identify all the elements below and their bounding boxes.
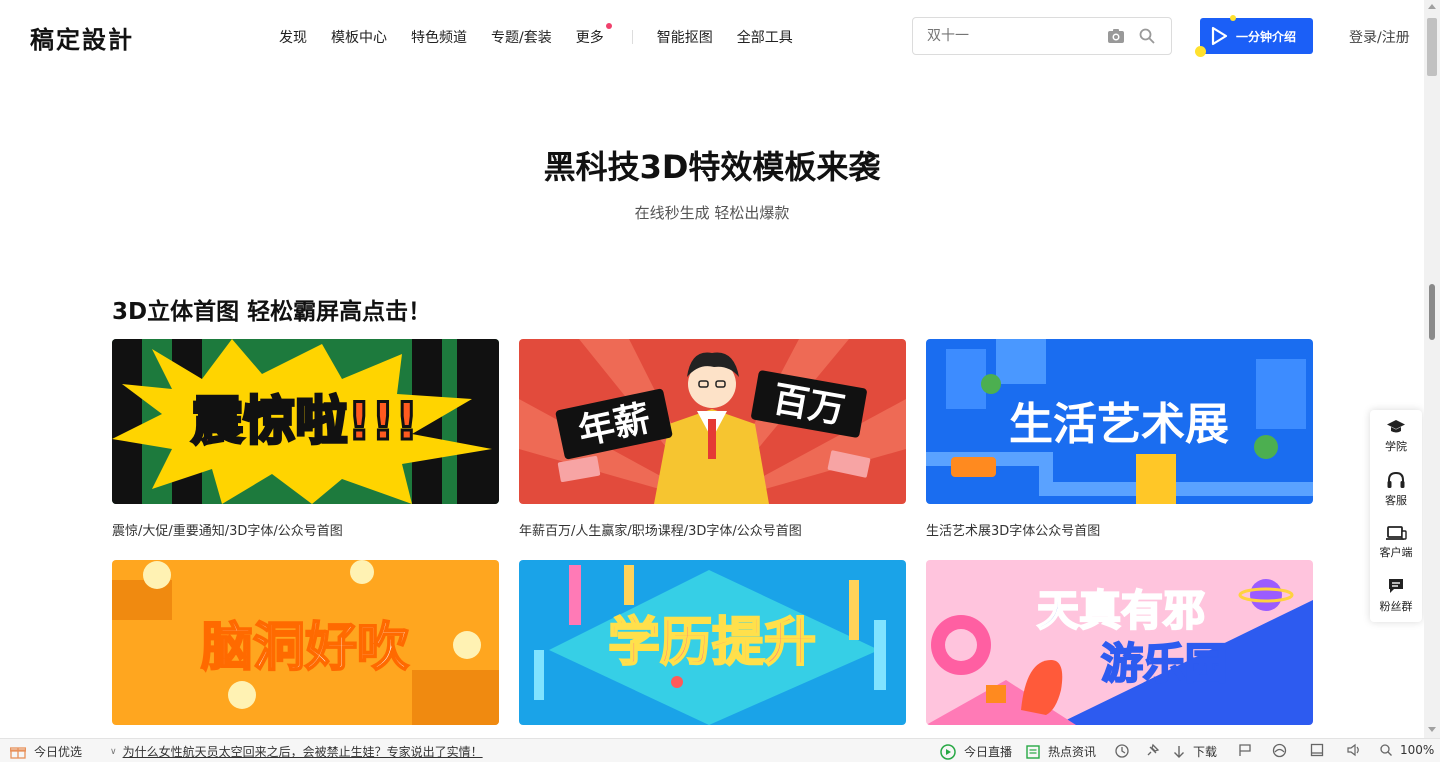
download-label: 下载 — [1193, 745, 1218, 759]
vertical-scrollbar[interactable] — [1424, 0, 1440, 738]
template-thumbnail[interactable]: 天真有邪 游乐园 — [926, 560, 1313, 725]
headline-link[interactable]: 为什么女性航天员太空回来之后，会被禁止生娃？专家说出了实情！ — [123, 743, 483, 760]
play-circle-icon — [940, 743, 956, 760]
gift-icon — [10, 746, 26, 759]
intro-button-label: 一分钟介绍 — [1236, 29, 1297, 44]
today-picks[interactable]: 今日优选 — [10, 743, 82, 760]
nav-item-all-tools[interactable]: 全部工具 — [737, 27, 793, 47]
chat-icon — [1389, 579, 1403, 593]
template-caption[interactable]: 年薪百万/人生赢家/职场课程/3D字体/公众号首图 — [519, 520, 906, 539]
card-art-text-bottom: 游乐园 — [1101, 639, 1227, 688]
template-thumbnail[interactable]: 震惊啦!!! — [112, 339, 499, 504]
nav-item-channels[interactable]: 特色频道 — [411, 27, 467, 47]
side-item-client[interactable]: 客户端 — [1370, 516, 1422, 569]
card-art-text: 生活艺术展 — [1009, 399, 1229, 450]
browser-status-bar: 今日优选 ∨ 为什么女性航天员太空回来之后，会被禁止生娃？专家说出了实情！ 今日… — [0, 738, 1440, 762]
template-thumbnail[interactable]: 脑洞好吹 — [112, 560, 499, 725]
nav-label: 智能抠图 — [656, 30, 713, 46]
hot-news[interactable]: 热点资讯 — [1026, 743, 1096, 760]
page-subtitle: 在线秒生成 轻松出爆款 — [634, 204, 790, 222]
template-card[interactable]: 震惊啦!!! 震惊/大促/重要通知/3D字体/公众号首图 — [112, 339, 499, 539]
nav-label: 全部工具 — [736, 30, 793, 46]
browser-icon[interactable] — [1272, 743, 1287, 758]
flag-icon[interactable] — [1238, 743, 1252, 757]
today-picks-label: 今日优选 — [34, 745, 83, 759]
search-input[interactable] — [927, 28, 1107, 44]
nav-item-topics[interactable]: 专题/套装 — [491, 27, 552, 47]
download-button[interactable]: 下载 — [1173, 743, 1217, 760]
zoom-level: 100% — [1400, 743, 1435, 757]
page-title: 黑科技3D特效模板来袭 — [543, 148, 881, 186]
window-icon[interactable] — [1310, 743, 1324, 757]
scrollbar-thumb[interactable] — [1427, 18, 1437, 76]
section-title: 3D立体首图 轻松霸屏高点击！ — [112, 299, 432, 325]
card-art-text: 学历提升 — [608, 613, 816, 673]
live-label: 今日直播 — [964, 745, 1013, 759]
card-art-text-top: 天真有邪 — [1037, 586, 1205, 635]
zoom-control[interactable]: 100% — [1380, 743, 1434, 757]
card-art-text: 脑洞好吹 — [201, 618, 409, 678]
nav-label: 模板中心 — [331, 30, 387, 46]
side-item-academy[interactable]: 学院 — [1370, 410, 1422, 463]
news-icon — [1026, 744, 1040, 759]
refresh-icon[interactable] — [1114, 743, 1130, 759]
download-icon — [1174, 745, 1184, 758]
volume-icon[interactable] — [1346, 743, 1362, 757]
nav-item-more[interactable]: 更多 — [575, 23, 612, 47]
nav-label: 特色频道 — [411, 30, 467, 46]
side-item-fan-group[interactable]: 粉丝群 — [1370, 569, 1422, 622]
side-item-label: 客户端 — [1379, 546, 1413, 559]
nav-item-cutout[interactable]: 智能抠图 — [657, 27, 713, 47]
nav-item-discover[interactable]: 发现 — [279, 27, 307, 47]
play-icon — [1211, 26, 1228, 46]
side-item-support[interactable]: 客服 — [1370, 463, 1422, 516]
news-label: 热点资讯 — [1048, 745, 1097, 759]
nav-label: 发现 — [279, 30, 307, 46]
intro-video-button[interactable]: 一分钟介绍 — [1195, 15, 1313, 57]
notification-dot — [605, 23, 612, 29]
logo[interactable]: 稿定設計 — [30, 20, 134, 55]
main-nav: 发现 模板中心 特色频道 专题/套装 更多 智能抠图 全部工具 — [279, 23, 817, 47]
side-item-label: 学院 — [1385, 440, 1407, 453]
login-register-link[interactable]: 登录/注册 — [1349, 27, 1410, 47]
page: 稿定設計 发现 模板中心 特色频道 专题/套装 更多 智能抠图 全部工具 双十一… — [0, 0, 1440, 762]
pin-icon[interactable] — [1144, 743, 1160, 759]
nav-divider — [631, 30, 633, 44]
headline-ticker[interactable]: ∨ 为什么女性航天员太空回来之后，会被禁止生娃？专家说出了实情！ — [110, 743, 483, 760]
template-thumbnail[interactable]: 生活艺术展 — [926, 339, 1313, 504]
scroll-up-arrow-icon[interactable] — [1428, 4, 1436, 9]
template-card[interactable]: 生活艺术展 生活艺术展3D字体公众号首图 — [926, 339, 1313, 539]
template-card[interactable]: 年薪 百万 年薪百万/人生赢家/职场课程/3D字体/公众号首图 — [519, 339, 906, 539]
template-thumbnail[interactable]: 年薪 百万 — [519, 339, 906, 504]
laptop-icon — [1386, 526, 1407, 540]
side-item-label: 粉丝群 — [1379, 600, 1413, 613]
template-caption[interactable]: 震惊/大促/重要通知/3D字体/公众号首图 — [112, 520, 499, 539]
card-art-text: 震惊啦!!! — [191, 392, 418, 452]
decor-dot — [1230, 15, 1236, 21]
template-card[interactable]: 学历提升 — [519, 560, 906, 741]
side-item-label: 客服 — [1385, 494, 1407, 507]
template-card[interactable]: 脑洞好吹 — [112, 560, 499, 741]
scroll-position-marker — [1429, 284, 1435, 340]
live-today[interactable]: 今日直播 — [940, 743, 1012, 760]
nav-label: 专题/套装 — [491, 30, 552, 46]
zoom-icon — [1380, 744, 1392, 756]
chevron-down-icon: ∨ — [110, 746, 117, 757]
nav-item-templates[interactable]: 模板中心 — [331, 27, 387, 47]
template-thumbnail[interactable]: 学历提升 — [519, 560, 906, 725]
side-float-toolbar: 学院 客服 客户端 粉丝群 — [1370, 410, 1422, 622]
scroll-down-arrow-icon[interactable] — [1428, 727, 1436, 732]
search-icon[interactable] — [1139, 28, 1155, 44]
top-header: 稿定設計 发现 模板中心 特色频道 专题/套装 更多 智能抠图 全部工具 双十一… — [0, 0, 1424, 72]
headphones-icon — [1387, 471, 1405, 488]
camera-icon[interactable] — [1107, 28, 1125, 44]
graduation-cap-icon — [1387, 420, 1405, 433]
template-card[interactable]: 天真有邪 游乐园 — [926, 560, 1313, 741]
decor-dot — [1195, 46, 1206, 57]
search-box[interactable] — [912, 17, 1172, 55]
nav-label: 更多 — [575, 30, 604, 46]
template-caption[interactable]: 生活艺术展3D字体公众号首图 — [926, 520, 1313, 539]
